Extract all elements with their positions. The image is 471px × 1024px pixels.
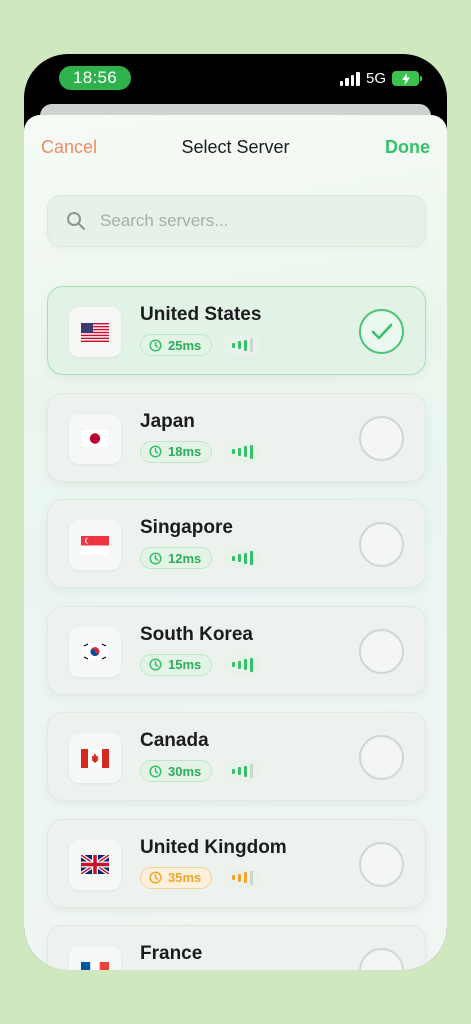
network-type: 5G — [365, 70, 386, 87]
server-name: Canada — [140, 730, 209, 751]
signal-strength-icon — [224, 653, 261, 676]
signal-strength-icon — [224, 866, 261, 889]
us-flag-icon — [69, 307, 121, 357]
select-radio-button[interactable] — [359, 415, 404, 461]
kr-flag-icon — [69, 626, 121, 677]
ca-flag-icon — [69, 733, 121, 783]
signal-strength-icon — [224, 440, 261, 463]
timer-icon — [149, 871, 162, 884]
latency-badge: 18ms — [140, 440, 213, 463]
search-input[interactable] — [100, 211, 400, 231]
server-name: United States — [140, 304, 262, 325]
phone-frame: 18:56 5G Cancel Select Server Done Unite… — [24, 54, 447, 970]
status-icons: 5G — [339, 70, 422, 87]
server-row[interactable]: France — [47, 925, 426, 970]
done-button[interactable]: Done — [385, 137, 430, 158]
battery-charging-icon — [392, 71, 422, 86]
signal-strength-icon — [224, 760, 261, 782]
search-icon — [67, 212, 85, 230]
nav-bar: Cancel Select Server Done — [24, 115, 447, 177]
latency-value: 25ms — [168, 337, 202, 353]
server-row[interactable]: Canada 30ms — [47, 712, 426, 801]
fr-flag-icon — [69, 946, 121, 970]
status-bar: 18:56 5G — [24, 54, 447, 110]
timer-icon — [149, 445, 162, 458]
status-time: 18:56 — [59, 66, 131, 90]
timer-icon — [149, 764, 162, 778]
server-row[interactable]: United Kingdom 35ms — [47, 818, 426, 908]
server-row[interactable]: Japan 18ms — [47, 392, 426, 482]
latency-badge: 30ms — [140, 760, 213, 782]
server-name: South Korea — [140, 623, 253, 645]
server-select-sheet: Cancel Select Server Done United States 2… — [24, 115, 447, 970]
signal-strength-icon — [224, 334, 261, 356]
latency-badge: 12ms — [140, 547, 213, 569]
select-radio-button[interactable] — [359, 522, 404, 567]
server-name: France — [140, 943, 203, 964]
timer-icon — [149, 658, 162, 671]
jp-flag-icon — [69, 413, 121, 464]
server-name: Singapore — [140, 517, 233, 538]
select-radio-button[interactable] — [359, 948, 404, 970]
server-row[interactable]: United States 25ms — [47, 286, 426, 375]
timer-icon — [149, 551, 162, 565]
latency-value: 15ms — [168, 657, 202, 672]
search-bar[interactable] — [47, 195, 426, 247]
server-name: United Kingdom — [140, 836, 287, 858]
timer-icon — [149, 338, 162, 352]
cellular-signal-icon — [339, 71, 360, 86]
select-radio-button[interactable] — [359, 735, 404, 780]
server-row[interactable]: South Korea 15ms — [47, 605, 426, 695]
server-name: Japan — [140, 410, 195, 432]
latency-badge: 25ms — [140, 334, 213, 356]
server-row[interactable]: Singapore 12ms — [47, 499, 426, 588]
signal-strength-icon — [224, 547, 261, 569]
latency-value: 35ms — [168, 870, 202, 885]
latency-value: 30ms — [168, 763, 202, 779]
latency-value: 12ms — [168, 550, 202, 566]
page-title: Select Server — [181, 137, 290, 157]
select-radio-button[interactable] — [359, 841, 404, 887]
latency-badge: 15ms — [140, 653, 213, 676]
select-radio-button[interactable] — [359, 628, 404, 674]
latency-badge: 35ms — [140, 866, 213, 889]
sg-flag-icon — [69, 520, 121, 570]
gb-flag-icon — [69, 839, 121, 890]
latency-value: 18ms — [168, 444, 202, 459]
selected-check-icon[interactable] — [359, 309, 404, 354]
